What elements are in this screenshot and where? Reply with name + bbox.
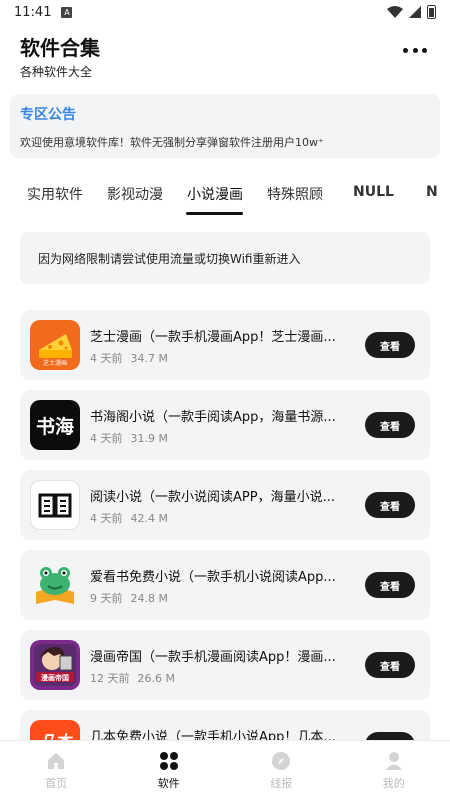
view-button[interactable]: 查看 [365, 332, 415, 358]
view-button[interactable]: 查看 [365, 652, 415, 678]
app-meta: 4 天前 42.4 M [90, 510, 168, 526]
home-icon [48, 752, 65, 769]
app-title: 芝士漫画（一款手机漫画App！芝士漫画... [90, 330, 336, 345]
app-time: 4 天前 [90, 512, 123, 525]
list-item[interactable]: 爱看书免费小说（一款手机小说阅读App... 9 天前 24.8 M 查看 [20, 550, 430, 620]
app-time: 4 天前 [90, 352, 123, 365]
list-item[interactable]: 芝士漫画 芝士漫画（一款手机漫画App！芝士漫画... 4 天前 34.7 M 查… [20, 310, 430, 380]
status-time: 11:41 [14, 4, 52, 20]
tab-film-anime[interactable]: 影视动漫 [107, 184, 163, 204]
cheese-comic-icon: 芝士漫画 [30, 320, 80, 370]
tab-special-care[interactable]: 特殊照顾 [267, 184, 323, 204]
more-dots-icon[interactable] [400, 40, 430, 60]
app-title: 阅读小说（一款小说阅读APP，海量小说... [90, 490, 335, 505]
nav-home[interactable]: 首页 [0, 741, 113, 800]
icon-caption: 漫画帝国 [41, 674, 69, 682]
app-meta: 9 天前 24.8 M [90, 590, 168, 606]
nav-mine[interactable]: 我的 [338, 741, 450, 800]
frog-icon [36, 567, 74, 604]
compass-icon [272, 751, 291, 770]
network-notice: 因为网络限制请尝试使用流量或切换Wifi重新进入 [20, 232, 430, 284]
page-title: 软件合集 [20, 36, 100, 60]
user-icon [385, 751, 402, 770]
nav-label: 软件 [157, 776, 180, 790]
status-bar: 11:41 A [0, 0, 450, 24]
nav-label: 首页 [45, 776, 68, 790]
announcement-title: 专区公告 [20, 107, 76, 123]
nav-label: 我的 [382, 776, 405, 790]
announcement-card: 专区公告 欢迎使用意境软件库！软件无强制分享弹窗软件注册用户10w⁺ [10, 94, 440, 158]
view-button[interactable]: 查看 [365, 492, 415, 518]
app-size: 42.4 M [130, 512, 168, 525]
tab-n[interactable]: N [426, 184, 438, 200]
list-item[interactable]: 书海 书海阁小说（一款手阅读App，海量书源... 4 天前 31.9 M 查看 [20, 390, 430, 460]
book-icon [38, 493, 72, 518]
bottom-navigation: 首页 软件 线报 我的 [0, 740, 450, 800]
app-size: 31.9 M [130, 432, 168, 445]
network-notice-text: 因为网络限制请尝试使用流量或切换Wifi重新进入 [38, 251, 301, 266]
app-title: 漫画帝国（一款手机漫画阅读App！漫画... [90, 650, 336, 665]
app-title: 书海阁小说（一款手阅读App，海量书源... [90, 410, 336, 425]
icon-caption: 芝士漫画 [42, 360, 67, 367]
list-item[interactable]: 漫画帝国 漫画帝国（一款手机漫画阅读App！漫画... 12 天前 26.6 M … [20, 630, 430, 700]
category-tabs: 实用软件 影视动漫 小说漫画 特殊照顾 NULL N [0, 176, 450, 218]
page-header: 软件合集 各种软件大全 [20, 32, 430, 82]
frog-book-icon [30, 560, 80, 610]
tab-novel-comic[interactable]: 小说漫画 [187, 184, 243, 204]
app-size: 34.7 M [130, 352, 168, 365]
app-size: 24.8 M [130, 592, 168, 605]
announcement-text: 欢迎使用意境软件库！软件无强制分享弹窗软件注册用户10w⁺ [20, 136, 324, 149]
manga-empire-icon: 漫画帝国 [30, 640, 80, 690]
battery-icon [427, 5, 436, 19]
app-time: 12 天前 [90, 672, 130, 685]
app-title: 爱看书免费小说（一款手机小说阅读App... [90, 570, 336, 585]
shuhai-icon: 书海 [30, 400, 80, 450]
tab-null[interactable]: NULL [353, 184, 394, 200]
nav-news[interactable]: 线报 [225, 741, 338, 800]
app-size: 26.6 M [137, 672, 175, 685]
nav-software[interactable]: 软件 [113, 741, 226, 800]
app-meta: 4 天前 34.7 M [90, 350, 168, 366]
active-tab-indicator [186, 212, 243, 215]
signal-icon [409, 6, 421, 18]
page-subtitle: 各种软件大全 [20, 65, 93, 79]
list-item[interactable]: 阅读小说（一款小说阅读APP，海量小说... 4 天前 42.4 M 查看 [20, 470, 430, 540]
app-time: 9 天前 [90, 592, 123, 605]
app-time: 4 天前 [90, 432, 123, 445]
tab-practical-software[interactable]: 实用软件 [27, 184, 83, 204]
view-button[interactable]: 查看 [365, 412, 415, 438]
icon-caption: 书海 [35, 415, 74, 438]
grid-icon [159, 751, 178, 770]
view-button[interactable]: 查看 [365, 572, 415, 598]
notification-icon: A [61, 6, 73, 18]
app-meta: 12 天前 26.6 M [90, 670, 175, 686]
open-book-icon [30, 480, 80, 530]
wifi-icon [387, 6, 403, 18]
app-meta: 4 天前 31.9 M [90, 430, 168, 446]
nav-label: 线报 [270, 776, 293, 790]
